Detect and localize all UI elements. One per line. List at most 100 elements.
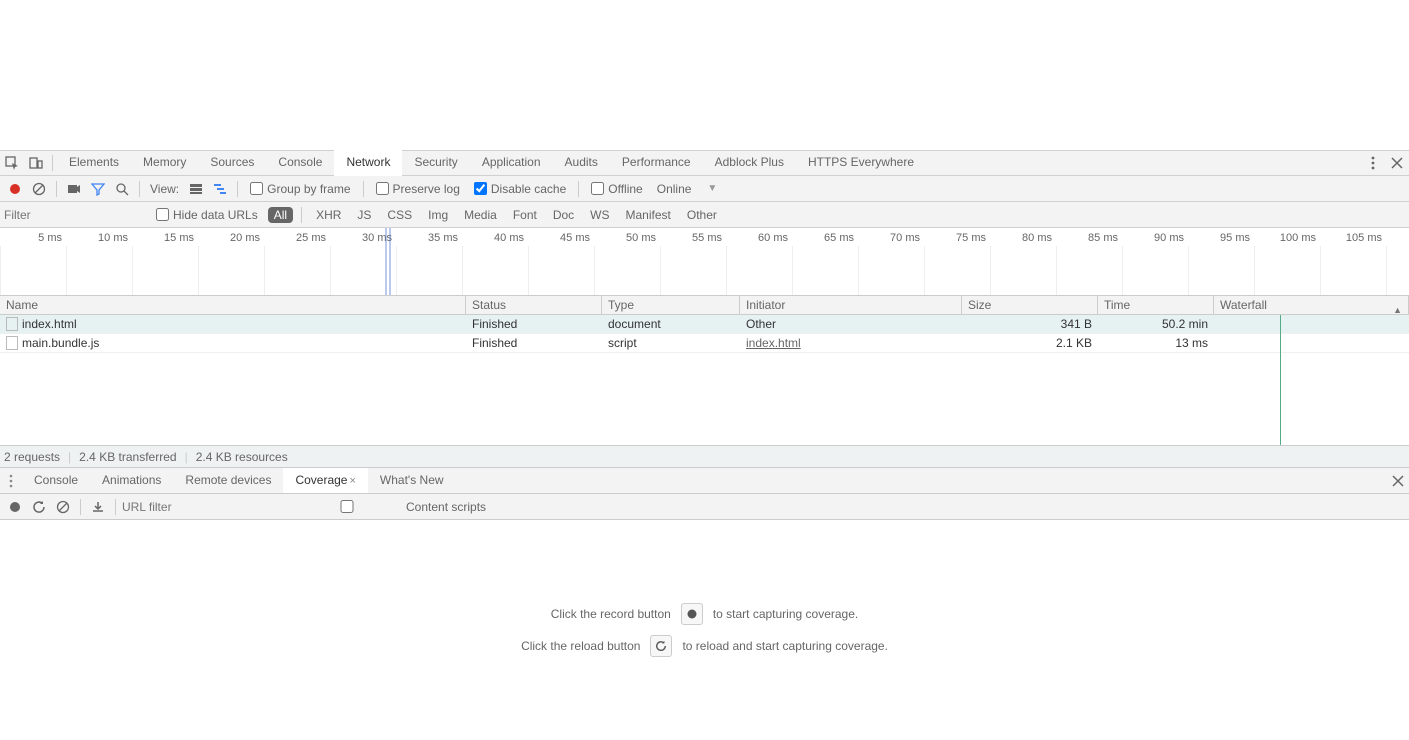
search-icon[interactable] [111,178,133,200]
table-header-row: Name Status Type Initiator Size Time Wat… [0,296,1409,315]
disable-cache-checkbox[interactable]: Disable cache [468,182,572,196]
drawer-tab-animations[interactable]: Animations [90,468,173,493]
hide-data-urls-checkbox[interactable]: Hide data URLs [140,208,266,222]
col-time[interactable]: Time [1098,296,1214,314]
filter-chip-manifest[interactable]: Manifest [620,207,677,223]
summary-transferred: 2.4 KB transferred [79,450,176,464]
col-size[interactable]: Size [962,296,1098,314]
coverage-hint-record-post: to start capturing coverage. [713,607,858,621]
request-type: script [602,336,740,350]
filter-chip-all[interactable]: All [268,207,293,223]
timeline-tick: 50 ms [594,232,660,246]
sort-asc-icon: ▲ [1393,301,1402,314]
main-tab-console[interactable]: Console [266,150,334,176]
coverage-reload-icon[interactable] [28,496,50,518]
main-tab-security[interactable]: Security [402,150,469,176]
coverage-hint-record-icon[interactable] [681,603,703,625]
filter-chip-doc[interactable]: Doc [547,207,580,223]
main-tab-audits[interactable]: Audits [553,150,610,176]
filter-chip-xhr[interactable]: XHR [310,207,347,223]
main-tab-sources[interactable]: Sources [198,150,266,176]
timeline-tick: 40 ms [462,232,528,246]
filter-input[interactable] [0,203,140,227]
file-icon [6,317,18,331]
throttling-dropdown[interactable]: Online [651,182,698,196]
request-name: main.bundle.js [22,336,99,350]
inspect-element-icon[interactable] [0,151,24,175]
content-scripts-checkbox[interactable]: Content scripts [286,500,492,514]
hide-data-urls-label: Hide data URLs [173,208,258,222]
main-tab-https-everywhere[interactable]: HTTPS Everywhere [796,150,926,176]
col-status[interactable]: Status [466,296,602,314]
filter-chip-font[interactable]: Font [507,207,543,223]
timeline-tick: 65 ms [792,232,858,246]
filter-chip-js[interactable]: JS [351,207,377,223]
close-devtools-icon[interactable] [1385,151,1409,175]
preserve-log-checkbox[interactable]: Preserve log [370,182,466,196]
col-initiator[interactable]: Initiator [740,296,962,314]
coverage-toolbar: Content scripts [0,494,1409,520]
coverage-export-icon[interactable] [87,496,109,518]
drawer-tab-what-s-new[interactable]: What's New [368,468,456,493]
separator [52,155,53,171]
filter-chip-ws[interactable]: WS [584,207,615,223]
coverage-empty-state: Click the record button to start capturi… [0,520,1409,740]
dropdown-caret-icon[interactable]: ▼ [699,183,725,194]
timeline-tick: 100 ms [1254,232,1320,246]
main-tab-network[interactable]: Network [334,150,402,176]
offline-checkbox[interactable]: Offline [585,182,648,196]
filter-chip-css[interactable]: CSS [381,207,418,223]
coverage-url-filter-input[interactable] [122,500,232,514]
drawer-more-vert-icon[interactable] [0,470,22,492]
coverage-hint-reload-icon[interactable] [650,635,672,657]
col-type[interactable]: Type [602,296,740,314]
coverage-clear-icon[interactable] [52,496,74,518]
timeline-tick: 55 ms [660,232,726,246]
main-tab-adblock-plus[interactable]: Adblock Plus [703,150,796,176]
timeline-tick: 11 [1386,232,1409,246]
filter-chip-img[interactable]: Img [422,207,454,223]
offline-label: Offline [608,182,642,196]
main-tab-application[interactable]: Application [470,150,553,176]
more-vert-icon[interactable] [1361,151,1385,175]
request-initiator[interactable]: index.html [740,336,962,350]
request-initiator: Other [740,317,962,331]
timeline-tick: 95 ms [1188,232,1254,246]
timeline-tick: 75 ms [924,232,990,246]
tab-close-icon[interactable]: × [349,475,355,487]
record-icon[interactable] [4,178,26,200]
filter-chip-other[interactable]: Other [681,207,723,223]
drawer-tab-remote-devices[interactable]: Remote devices [173,468,283,493]
request-status: Finished [466,317,602,331]
group-by-frame-checkbox[interactable]: Group by frame [244,182,356,196]
coverage-hint-reload-post: to reload and start capturing coverage. [682,639,887,653]
device-toolbar-icon[interactable] [24,151,48,175]
timeline-tick: 5 ms [0,232,66,246]
network-summary-bar: 2 requests| 2.4 KB transferred| 2.4 KB r… [0,446,1409,468]
summary-resources: 2.4 KB resources [196,450,288,464]
col-name[interactable]: Name [0,296,466,314]
col-waterfall[interactable]: Waterfall▲ [1214,296,1409,314]
clear-icon[interactable] [28,178,50,200]
preserve-log-label: Preserve log [393,182,460,196]
view-waterfall-icon[interactable] [209,178,231,200]
main-tab-performance[interactable]: Performance [610,150,703,176]
view-large-icon[interactable] [185,178,207,200]
main-tab-memory[interactable]: Memory [131,150,198,176]
filter-funnel-icon[interactable] [87,178,109,200]
coverage-record-icon[interactable] [4,496,26,518]
main-tab-elements[interactable]: Elements [57,150,131,176]
drawer-close-icon[interactable] [1387,470,1409,492]
drawer-tab-console[interactable]: Console [22,468,90,493]
camera-icon[interactable] [63,178,85,200]
table-row[interactable]: main.bundle.jsFinishedscriptindex.html2.… [0,334,1409,353]
filter-chip-media[interactable]: Media [458,207,503,223]
drawer-tab-coverage[interactable]: Coverage× [283,468,367,493]
network-timeline-overview[interactable]: 5 ms10 ms15 ms20 ms25 ms30 ms35 ms40 ms4… [0,228,1409,296]
timeline-tick: 35 ms [396,232,462,246]
timeline-tick: 25 ms [264,232,330,246]
timeline-marker [389,228,391,295]
timeline-tick: 10 ms [66,232,132,246]
table-row[interactable]: index.htmlFinisheddocumentOther341 B50.2… [0,315,1409,334]
request-size: 341 B [962,317,1098,331]
